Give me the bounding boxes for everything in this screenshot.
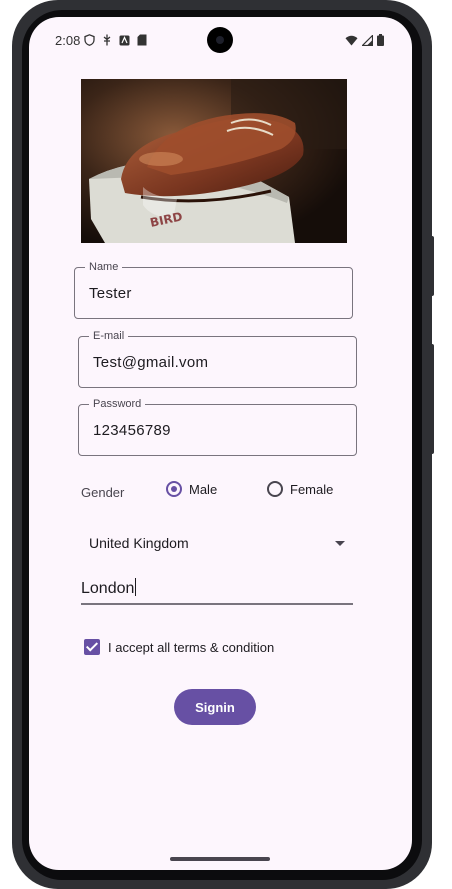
name-field-label: Name	[85, 261, 123, 274]
name-field-value: Tester	[89, 285, 132, 302]
signin-button[interactable]: Signin	[174, 689, 256, 725]
password-field[interactable]: Password 123456789	[78, 398, 357, 456]
name-field[interactable]: Name Tester	[74, 261, 353, 319]
terms-label: I accept all terms & condition	[108, 639, 275, 655]
radio-unselected-icon	[267, 481, 283, 497]
status-bar: 2:08	[29, 17, 412, 67]
home-indicator[interactable]	[170, 857, 270, 861]
caret-down-icon	[335, 541, 345, 546]
app-store-icon	[119, 33, 130, 51]
email-field[interactable]: E-mail Test@gmail.vom	[78, 330, 357, 388]
gender-radio-female[interactable]: Female	[267, 481, 333, 497]
password-field-label: Password	[89, 398, 146, 411]
gender-option-male-label: Male	[189, 481, 218, 497]
hero-shoe-image: BIRD	[81, 79, 347, 243]
wifi-icon	[345, 33, 358, 51]
shield-icon	[84, 33, 95, 51]
app-screen: 2:08 BIRD Name Tester E-mail Test@gmail.…	[29, 17, 412, 870]
system-icons	[345, 33, 384, 51]
country-dropdown[interactable]: United Kingdom	[77, 527, 353, 559]
power-button	[430, 236, 434, 296]
city-input-value: London	[81, 578, 137, 598]
email-field-label: E-mail	[89, 330, 129, 343]
gender-radio-male[interactable]: Male	[166, 481, 217, 497]
signal-icon	[361, 33, 374, 51]
password-field-value: 123456789	[93, 422, 171, 439]
terms-checkbox-row[interactable]: I accept all terms & condition	[84, 639, 274, 655]
volume-button	[430, 344, 434, 454]
front-camera	[207, 27, 233, 53]
email-field-value: Test@gmail.vom	[93, 354, 209, 371]
city-text: London	[81, 580, 135, 597]
sd-card-icon	[137, 33, 147, 51]
usb-debug-icon	[102, 33, 112, 51]
status-time: 2:08	[55, 33, 81, 48]
gender-label: Gender	[81, 485, 125, 500]
battery-icon	[377, 33, 384, 51]
gender-option-female-label: Female	[290, 481, 334, 497]
text-cursor	[135, 578, 137, 596]
notification-icons	[84, 33, 147, 51]
city-input[interactable]: London	[81, 573, 353, 605]
checkbox-checked-icon[interactable]	[84, 639, 100, 655]
country-dropdown-value: United Kingdom	[89, 535, 189, 551]
radio-selected-icon	[166, 481, 182, 497]
